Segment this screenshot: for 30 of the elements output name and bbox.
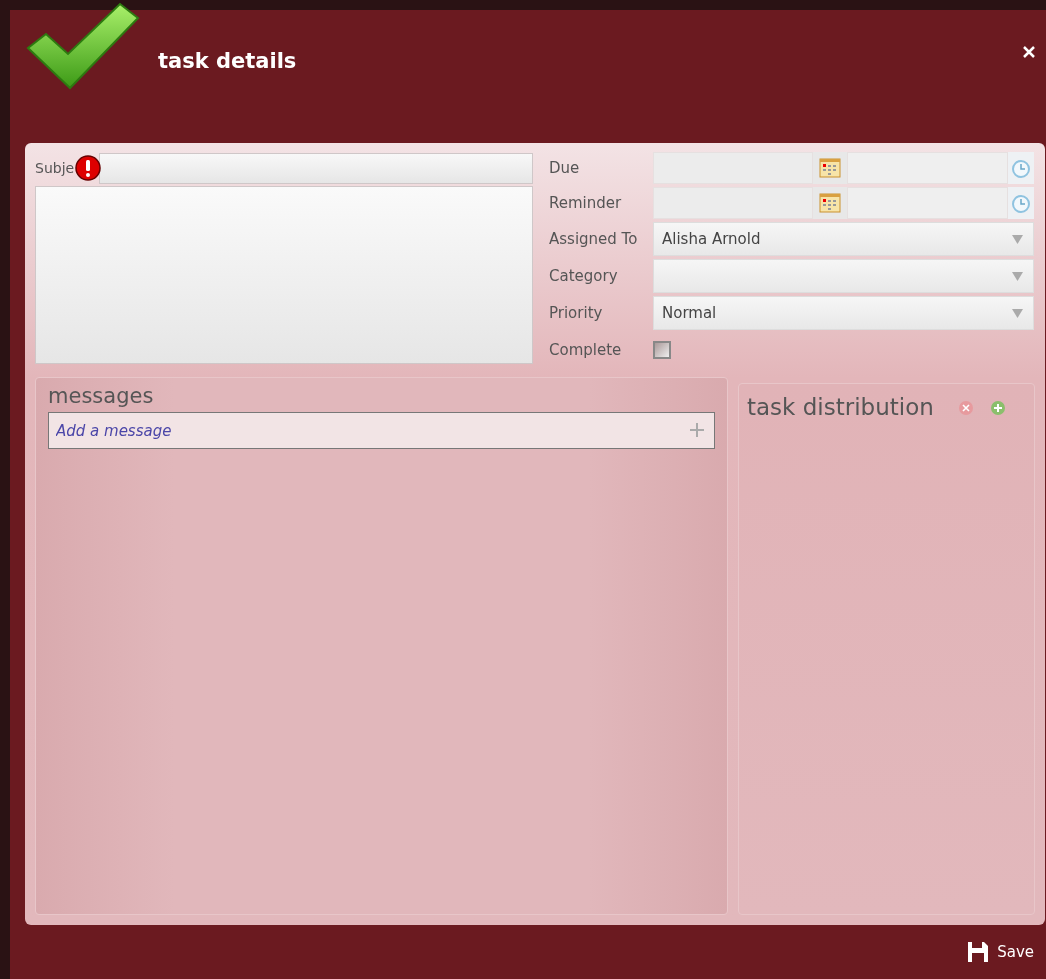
panel-title: messages — [48, 384, 155, 410]
field-label: Category — [549, 265, 619, 287]
field-label: Reminder — [549, 192, 623, 214]
clock-button[interactable] — [1008, 187, 1034, 219]
field-label: Subje — [35, 158, 75, 178]
field-label: Assigned To — [549, 228, 639, 250]
clock-button[interactable] — [1008, 152, 1034, 184]
caret-icon — [1012, 271, 1023, 281]
close-icon — [1022, 44, 1036, 59]
field-label: Priority — [549, 302, 604, 324]
field-label: Complete — [549, 339, 623, 361]
dialog-title: task details — [158, 48, 297, 75]
add-icon[interactable] — [689, 422, 705, 439]
date-field[interactable] — [653, 187, 813, 219]
field-label: Due — [549, 157, 581, 179]
checkmark-icon — [24, 0, 142, 92]
calendar-button[interactable] — [813, 152, 847, 184]
subject-field[interactable] — [99, 152, 533, 184]
caret-icon — [1012, 234, 1023, 244]
message-field[interactable]: Add a message — [48, 412, 715, 450]
dropdown[interactable] — [653, 259, 1034, 293]
dropdown[interactable]: Normal — [653, 296, 1034, 330]
notes-field[interactable] — [35, 186, 533, 364]
dropdown[interactable]: Alisha Arnold — [653, 222, 1034, 256]
time-field[interactable] — [847, 187, 1008, 219]
panel-title: task distribution — [747, 393, 934, 422]
calendar-button[interactable] — [813, 187, 847, 219]
checkbox[interactable] — [653, 341, 671, 359]
save-button[interactable]: Save — [965, 938, 1036, 966]
caret-icon — [1012, 308, 1023, 318]
